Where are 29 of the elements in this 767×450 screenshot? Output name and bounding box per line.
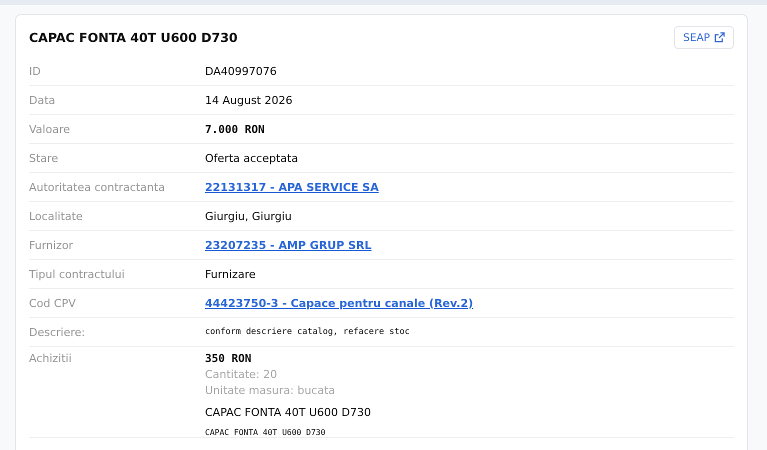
field-label: Cod CPV [29,296,77,310]
field-value: DA40997076 [205,64,277,78]
field-value: 14 August 2026 [205,94,292,106]
item-description: CAPAC FONTA 40T U600 D730 [205,428,326,437]
external-link-icon [714,32,725,43]
field-label: Localitate [29,210,84,222]
field-label: Stare [29,152,60,164]
item-price: 350 RON [205,352,252,365]
field-value: Giurgiu, Giurgiu [205,210,292,222]
field-link[interactable]: 23207235 - AMP GRUP SRL [205,238,372,252]
field-label: Achizitii [29,352,73,365]
field-label: ID [29,64,42,78]
field-label: Descriere: [29,326,86,338]
field-value: Oferta acceptata [205,152,298,164]
seap-link-button[interactable]: SEAP [674,26,734,49]
field-label: Furnizor [29,238,74,252]
field-value: 7.000 RON [205,122,265,136]
field-label: Tipul contractului [29,268,126,280]
field-label: Valoare [29,122,71,136]
field-label: Data [29,94,56,106]
field-value: Furnizare [205,268,256,280]
field-label: Autoritatea contractanta [29,180,166,194]
field-link[interactable]: 44423750-3 - Capace pentru canale (Rev.2) [205,296,474,310]
item-quantity: Cantitate: 20 [205,368,278,381]
item-unit: Unitate masura: bucata [205,384,336,397]
record-title: CAPAC FONTA 40T U600 D730 [29,30,238,45]
field-value: conform descriere catalog, refacere stoc [205,327,410,337]
item-name: CAPAC FONTA 40T U600 D730 [205,406,371,419]
field-link[interactable]: 22131317 - APA SERVICE SA [205,180,379,194]
